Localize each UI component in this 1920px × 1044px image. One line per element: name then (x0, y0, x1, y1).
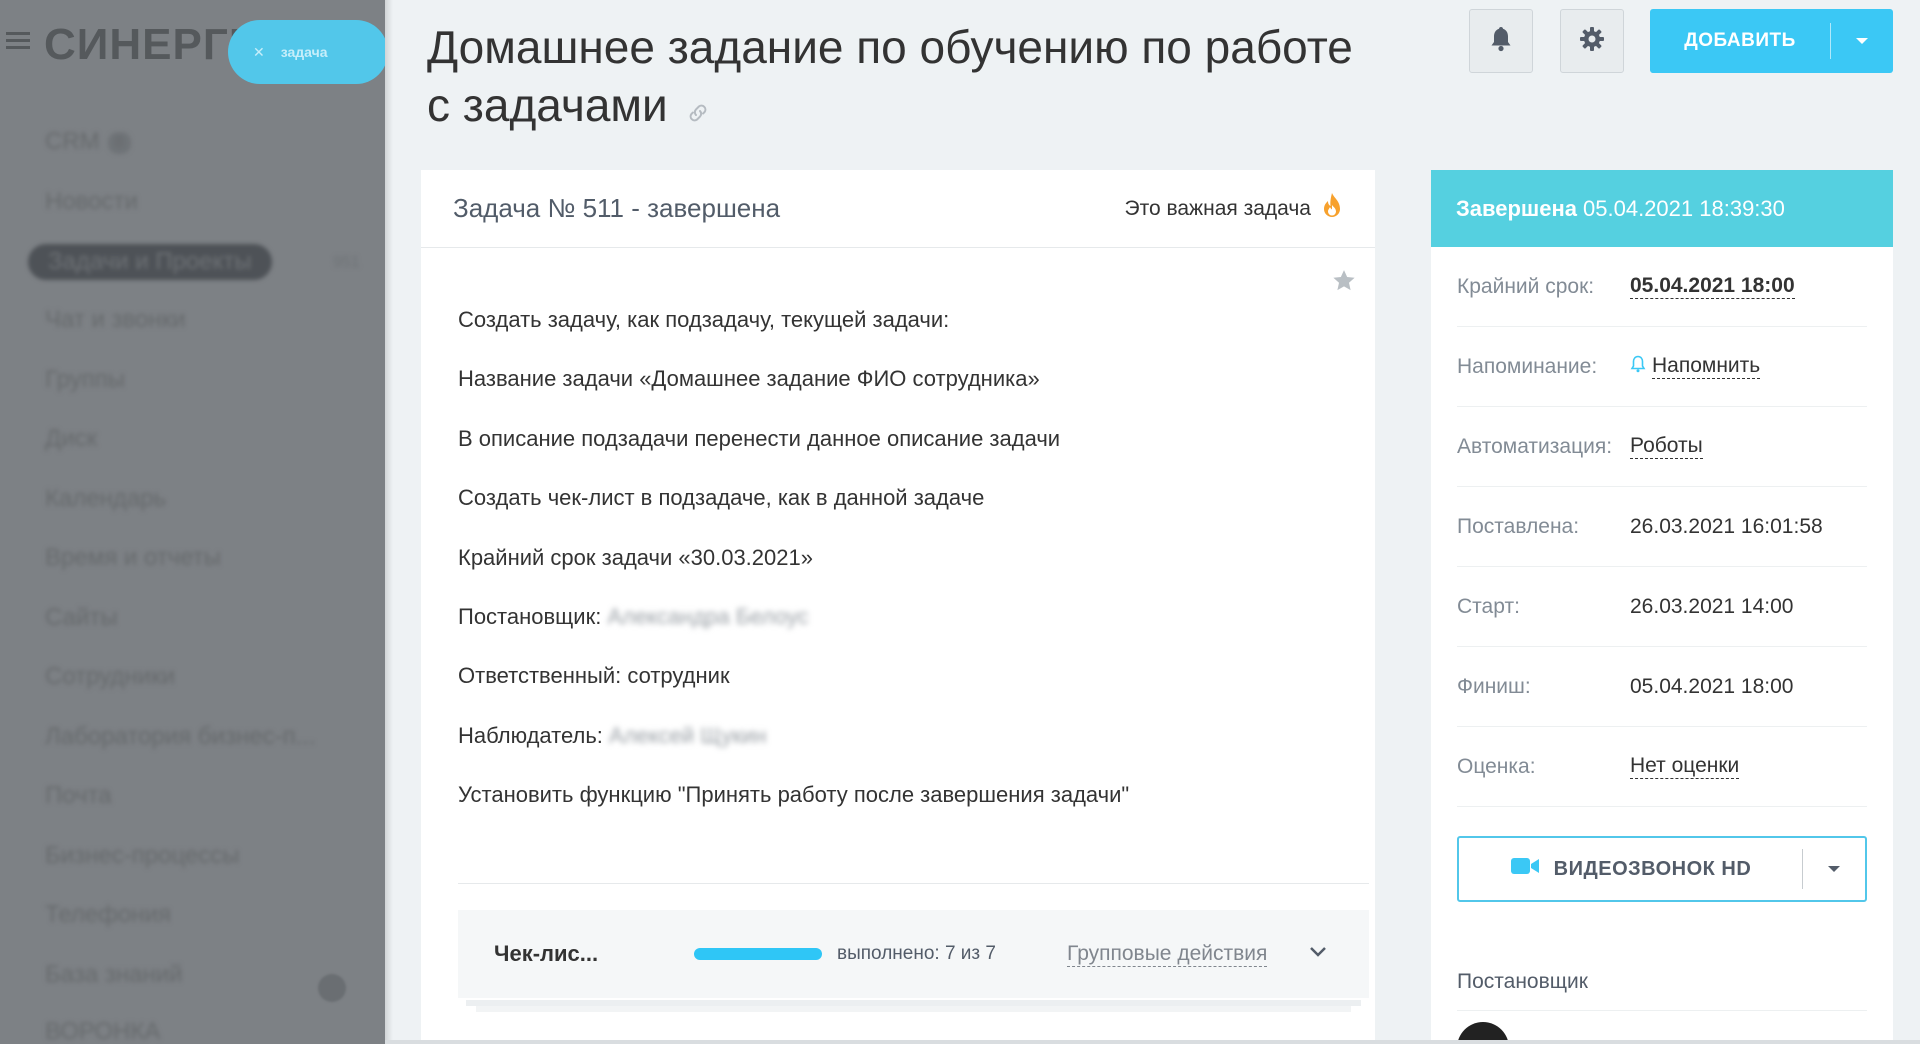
checklist-bar[interactable]: Чек-лис... выполнено: 7 из 7 Групповые д… (458, 910, 1369, 998)
created-value: 26.03.2021 16:01:58 (1630, 514, 1823, 538)
camera-icon (1510, 857, 1540, 881)
prop-key: Финиш: (1457, 674, 1531, 698)
description-line: Создать задачу, как подзадачу, текущей з… (458, 307, 950, 332)
prop-key: Оценка: (1457, 754, 1536, 778)
prop-key: Автоматизация: (1457, 434, 1613, 458)
chevron-down-icon[interactable] (1831, 37, 1893, 45)
sidebar-item-bp[interactable]: Бизнес-процессы (45, 842, 240, 870)
status-word: Завершена (1456, 195, 1578, 221)
page-title: Домашнее задание по обучению по работе с… (427, 18, 1377, 138)
add-button-label: ДОБАВИТЬ (1684, 30, 1796, 51)
description-line: Создать чек-лист в подзадаче, как в данн… (458, 485, 985, 511)
sidebar-item-kb[interactable]: База знаний (45, 961, 183, 989)
link-icon[interactable] (686, 80, 710, 138)
sidebar-item-funnel[interactable]: ВОРОНКА (45, 1018, 160, 1044)
sidebar-item-mail[interactable]: Почта (45, 782, 112, 810)
remind-link[interactable]: Напомнить (1652, 354, 1761, 379)
prop-key: Крайний срок: (1457, 274, 1595, 298)
divider (1457, 1010, 1867, 1011)
window-bottom-edge (385, 1040, 1920, 1044)
prop-created: Поставлена: 26.03.2021 16:01:58 (1457, 487, 1867, 567)
sidebar-shadow (385, 0, 393, 1044)
robots-link[interactable]: Роботы (1630, 434, 1703, 459)
divider (458, 883, 1369, 884)
prop-key: Напоминание: (1457, 354, 1598, 378)
lock-icon[interactable] (318, 974, 346, 1002)
prop-deadline: Крайний срок: 05.04.2021 18:00 (1457, 247, 1867, 327)
important-flag[interactable]: Это важная задача (1124, 192, 1343, 226)
description-line: Название задачи «Домашнее задание ФИО со… (458, 366, 1040, 392)
sidebar-badge: 951 (333, 254, 360, 271)
task-description: Создать задачу, как подзадачу, текущей з… (458, 300, 1129, 835)
fire-icon (1321, 192, 1343, 226)
description-line: Ответственный: сотрудник (458, 663, 730, 689)
sidebar-item-crm[interactable]: CRM 8 (45, 128, 131, 156)
prop-key: Старт: (1457, 594, 1520, 618)
prop-reminder: Напоминание: Напомнить (1457, 327, 1867, 407)
sidebar-badge: 8 (107, 131, 131, 154)
description-line: Наблюдатель: Алексей Щукин (458, 716, 1129, 775)
prop-finish: Финиш: 05.04.2021 18:00 (1457, 647, 1867, 727)
start-value: 26.03.2021 14:00 (1630, 594, 1794, 618)
video-call-main[interactable]: ВИДЕОЗВОНОК HD (1459, 857, 1802, 881)
star-icon[interactable] (1331, 268, 1357, 299)
bell-icon (1630, 355, 1646, 378)
redacted-name: Алексей Щукин (609, 722, 767, 748)
sidebar: СИНЕРГИ ✕ задача CRM 8 Новости Задачи и П… (0, 0, 385, 1044)
add-button[interactable]: ДОБАВИТЬ (1650, 9, 1893, 73)
prop-key: Поставлена: (1457, 514, 1580, 538)
chevron-down-icon[interactable] (1803, 865, 1865, 873)
group-actions-link[interactable]: Групповые действия (1067, 942, 1268, 967)
bell-icon (1488, 25, 1514, 58)
task-pill-label: задача (280, 44, 328, 60)
status-date: 05.04.2021 18:39:30 (1583, 195, 1785, 221)
description-line: В описание подзадачи перенести данное оп… (458, 425, 1061, 451)
gear-icon (1578, 25, 1606, 58)
task-status-title: Задача № 511 - завершена (453, 193, 781, 223)
sidebar-item-news[interactable]: Новости (45, 188, 138, 216)
checklist-title[interactable]: Чек-лис... (494, 941, 694, 967)
task-pill-button[interactable]: ✕ задача (228, 20, 385, 84)
close-icon: ✕ (253, 43, 265, 60)
checklist-stack-edge (476, 1006, 1351, 1012)
redacted-name: Александра Белоус (607, 603, 809, 629)
sidebar-item-chat[interactable]: Чат и звонки (45, 306, 186, 334)
prop-start: Старт: 26.03.2021 14:00 (1457, 567, 1867, 647)
sidebar-item-reports[interactable]: Время и отчеты (45, 544, 221, 572)
description-line: Крайний срок задачи «30.03.2021» (458, 544, 813, 570)
task-card: Задача № 511 - завершена Это важная зада… (421, 170, 1375, 1044)
prop-rating: Оценка: Нет оценки (1457, 727, 1867, 807)
hamburger-icon[interactable] (6, 32, 30, 50)
task-side-panel: Завершена 05.04.2021 18:39:30 Крайний ср… (1431, 170, 1893, 1044)
checklist-progress-bar (694, 948, 822, 960)
sidebar-item-disk[interactable]: Диск (45, 425, 97, 453)
sidebar-item-calendar[interactable]: Календарь (45, 485, 166, 513)
video-call-label: ВИДЕОЗВОНОК HD (1553, 857, 1752, 880)
checklist-done-count: выполнено: 7 из 7 (837, 943, 996, 964)
deadline-value[interactable]: 05.04.2021 18:00 (1630, 274, 1795, 299)
finish-value: 05.04.2021 18:00 (1630, 674, 1794, 698)
sidebar-item-tasks[interactable]: Задачи и Проекты 951 (28, 244, 360, 280)
video-call-button[interactable]: ВИДЕОЗВОНОК HD (1457, 836, 1867, 902)
important-label: Это важная задача (1124, 196, 1311, 220)
task-card-header: Задача № 511 - завершена Это важная зада… (421, 170, 1375, 248)
description-line: Постановщик: Александра Белоус (458, 597, 1129, 656)
sidebar-item-employees[interactable]: Сотрудники (45, 663, 175, 691)
settings-button[interactable] (1560, 9, 1624, 73)
rating-link[interactable]: Нет оценки (1630, 754, 1740, 779)
sidebar-item-sites[interactable]: Сайты (45, 604, 118, 632)
prop-automation: Автоматизация: Роботы (1457, 407, 1867, 487)
notifications-button[interactable] (1469, 9, 1533, 73)
chevron-down-icon[interactable] (1309, 945, 1327, 963)
sidebar-item-groups[interactable]: Группы (45, 366, 125, 394)
creator-label: Постановщик (1457, 970, 1588, 993)
sidebar-item-lab[interactable]: Лаборатория бизнес-п... (45, 723, 316, 751)
description-line: Установить функцию "Принять работу после… (458, 782, 1130, 808)
sidebar-item-telephony[interactable]: Телефония (45, 901, 171, 929)
status-bar: Завершена 05.04.2021 18:39:30 (1431, 170, 1893, 247)
task-properties: Крайний срок: 05.04.2021 18:00 Напоминан… (1457, 247, 1867, 807)
